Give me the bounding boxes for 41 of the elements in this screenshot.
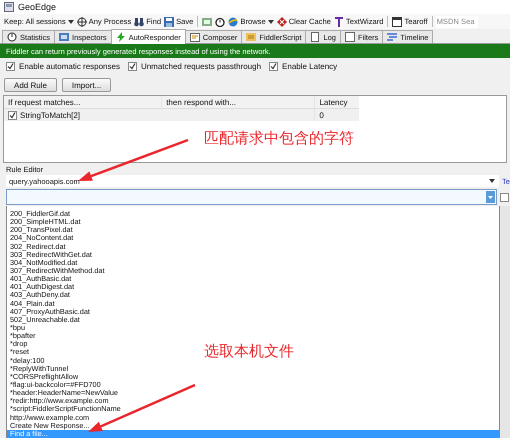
globe-icon	[228, 16, 238, 26]
table-cell: StringToMatch[2]	[20, 110, 80, 120]
caret-icon	[68, 20, 74, 24]
tab-icon	[246, 32, 256, 42]
tab-icon	[310, 32, 320, 42]
column-header: then respond with...	[161, 96, 314, 108]
tab-icon	[190, 32, 200, 42]
tab-icon	[344, 32, 355, 42]
checkbox[interactable]	[500, 192, 509, 202]
window-title: GeoEdge	[18, 2, 56, 12]
tab-icon	[387, 32, 398, 42]
annotation-text: 匹配请求中包含的字符	[204, 130, 354, 148]
option-label: Enable Latency	[282, 62, 338, 71]
caret-icon	[489, 179, 495, 183]
save-icon	[164, 16, 174, 26]
letter-t-icon	[334, 16, 344, 26]
target-icon	[76, 16, 87, 26]
table-row[interactable]: StringToMatch[2] 0	[4, 109, 359, 121]
column-header: Latency	[314, 96, 359, 108]
tab-icon	[116, 32, 126, 42]
option-label: Enable automatic responses	[19, 62, 120, 71]
action-button[interactable]: Import...	[62, 78, 112, 92]
binoculars-icon	[134, 16, 144, 26]
app-icon	[4, 2, 14, 12]
checkbox[interactable]	[6, 62, 15, 71]
tab-icon	[7, 32, 17, 42]
annotation-text: 选取本机文件	[204, 343, 294, 361]
tab-icon	[59, 32, 70, 42]
checkbox[interactable]	[269, 62, 278, 71]
checkbox[interactable]	[8, 110, 17, 120]
checkbox[interactable]	[128, 62, 137, 71]
toolbar-icon-button[interactable]	[214, 15, 226, 28]
option-label: Unmatched requests passthrough	[140, 62, 262, 71]
caret-icon	[268, 20, 274, 24]
response-combo[interactable]	[6, 189, 497, 205]
timer-icon	[215, 16, 226, 26]
column-header: If request matches...	[7, 96, 82, 108]
table-cell: 0	[314, 109, 360, 121]
screenshot-icon	[202, 16, 212, 26]
action-button[interactable]: Add Rule	[4, 78, 57, 92]
window-icon	[392, 16, 402, 26]
